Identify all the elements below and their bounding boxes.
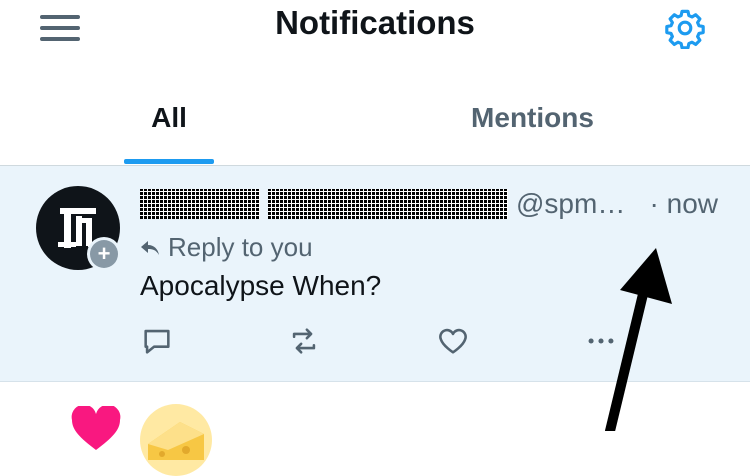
top-bar: Notifications <box>0 0 750 60</box>
annotation-arrow <box>605 248 672 431</box>
reply-label: Reply to you <box>168 232 313 262</box>
page-title: Notifications <box>275 4 475 41</box>
reply-icon <box>144 329 170 354</box>
reply-button[interactable] <box>140 324 174 358</box>
redacted-display-name-2 <box>268 189 508 219</box>
like-icon <box>439 328 467 354</box>
retweet-icon <box>292 328 316 354</box>
redacted-display-name <box>140 189 260 219</box>
follow-badge[interactable]: + <box>87 237 121 271</box>
cheese-emoji-avatar[interactable] <box>140 404 212 476</box>
retweet-button[interactable] <box>287 324 321 358</box>
author-row: @spm… <box>140 188 730 222</box>
cheese-icon <box>148 422 204 460</box>
settings-button[interactable] <box>664 7 706 50</box>
tab-mentions[interactable]: Mentions <box>430 102 635 134</box>
notification-tabs: All Mentions <box>0 88 750 166</box>
active-tab-indicator <box>124 159 214 164</box>
reply-context: Reply to you <box>140 232 313 263</box>
reply-arrow-icon <box>141 241 159 256</box>
gear-icon <box>665 9 705 50</box>
plus-icon: + <box>90 240 118 268</box>
timestamp: · now <box>649 188 718 219</box>
heart-icon <box>71 406 121 450</box>
user-handle[interactable]: @spm… <box>516 188 625 219</box>
tweet-text: Apocalypse When? <box>140 270 382 301</box>
tab-all[interactable]: All <box>124 102 214 134</box>
like-button[interactable] <box>436 324 470 358</box>
